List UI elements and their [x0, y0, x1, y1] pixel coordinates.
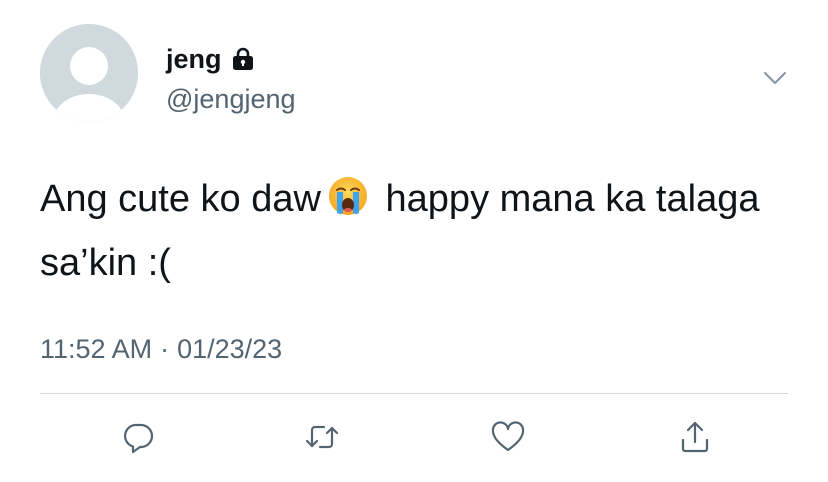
share-button[interactable]	[673, 415, 717, 459]
author-handle[interactable]: @jengjeng	[166, 82, 296, 116]
avatar[interactable]	[40, 24, 138, 122]
tweet-timestamp[interactable]: 11:52 AM · 01/23/23	[40, 332, 282, 366]
lock-icon	[230, 46, 256, 72]
tweet-time: 11:52 AM	[40, 334, 153, 364]
retweet-button[interactable]	[300, 415, 344, 459]
loudly-crying-face-emoji	[327, 175, 369, 234]
tweet-text: Ang cute ko daw happy mana ka talaga sa’…	[40, 170, 790, 292]
reply-icon	[124, 423, 154, 454]
author-display-name[interactable]: jeng	[166, 42, 222, 76]
chevron-down-icon[interactable]	[763, 68, 787, 88]
author-name-row: jeng	[166, 42, 256, 76]
default-avatar-icon	[40, 24, 138, 122]
heart-icon	[491, 421, 525, 452]
share-icon	[681, 421, 709, 453]
tweet-card: jeng @jengjeng Ang cute ko daw happy man…	[0, 0, 828, 482]
tweet-text-part1: Ang cute ko daw	[40, 178, 321, 220]
retweet-icon	[305, 425, 339, 449]
meta-separator: ·	[160, 334, 170, 364]
tweet-date: 01/23/23	[177, 334, 283, 364]
like-button[interactable]	[486, 415, 530, 459]
divider	[40, 393, 788, 394]
reply-button[interactable]	[116, 415, 160, 459]
